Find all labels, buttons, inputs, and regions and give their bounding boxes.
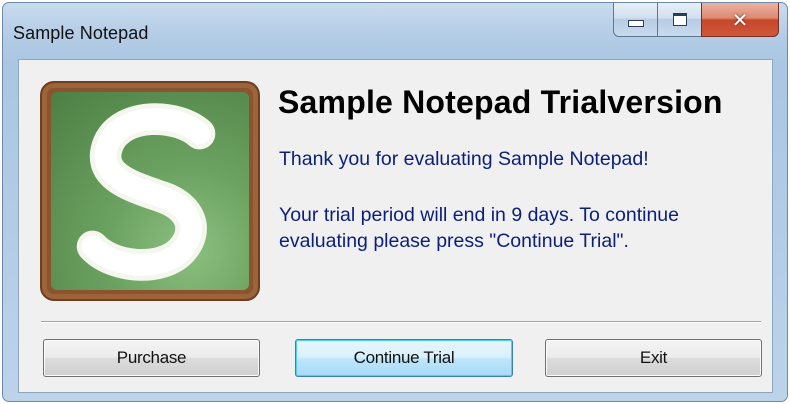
dialog-window: Sample Notepad ✕ Sample Notepad Trialver… — [2, 2, 788, 402]
exit-button[interactable]: Exit — [545, 339, 762, 377]
close-icon: ✕ — [731, 7, 749, 32]
app-logo-s-icon — [51, 92, 249, 290]
separator — [41, 321, 761, 323]
app-logo — [40, 81, 260, 301]
close-button[interactable]: ✕ — [701, 3, 779, 37]
trial-message: Your trial period will end in 9 days. To… — [279, 204, 679, 252]
dialog-client-area: Sample Notepad Trialversion Thank you fo… — [18, 59, 773, 393]
caption-buttons: ✕ — [613, 3, 779, 37]
continue-trial-button[interactable]: Continue Trial — [295, 339, 513, 377]
window-title: Sample Notepad — [13, 23, 149, 43]
dialog-heading: Sample Notepad Trialversion — [278, 84, 723, 120]
thanks-message: Thank you for evaluating Sample Notepad! — [279, 148, 649, 170]
maximize-icon — [672, 13, 687, 26]
purchase-button[interactable]: Purchase — [43, 339, 260, 377]
minimize-icon — [627, 20, 644, 27]
logo-letter-s-icon — [76, 103, 216, 281]
maximize-button[interactable] — [657, 3, 701, 37]
minimize-button[interactable] — [613, 3, 657, 37]
